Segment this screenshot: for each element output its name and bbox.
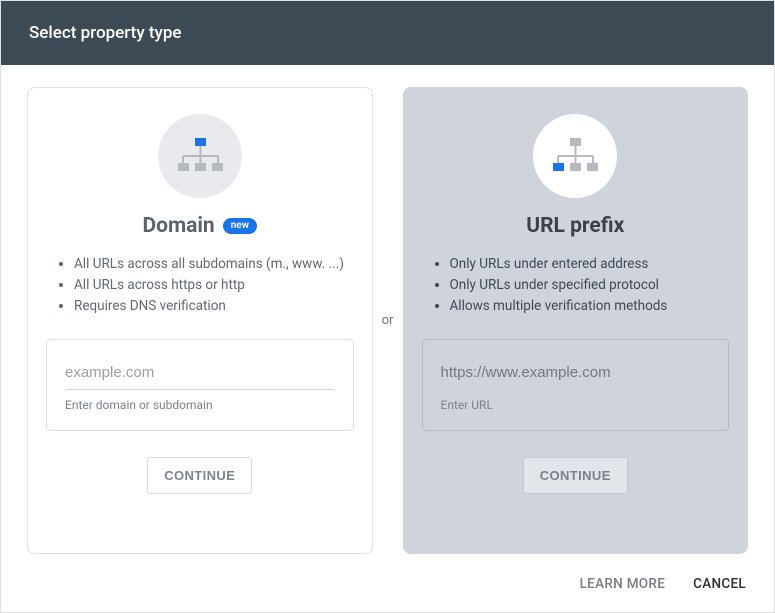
property-type-dialog: Select property type Domain [0,0,775,613]
new-badge: new [223,218,257,234]
dialog-footer: LEARN MORE CANCEL [1,564,774,612]
dialog-title: Select property type [29,23,182,43]
list-item: Allows multiple verification methods [450,296,730,317]
urlprefix-continue-button[interactable]: CONTINUE [523,457,628,494]
domain-feature-list: All URLs across all subdomains (m., www.… [46,254,354,317]
list-item: Only URLs under specified protocol [450,275,730,296]
urlprefix-helper-text: Enter URL [441,398,711,412]
card-url-prefix[interactable]: URL prefix Only URLs under entered addre… [403,87,749,554]
list-item: Only URLs under entered address [450,254,730,275]
list-item: All URLs across all subdomains (m., www.… [74,254,354,275]
card-urlprefix-title: URL prefix [526,214,624,238]
list-item: All URLs across https or http [74,275,354,296]
domain-input[interactable] [65,358,335,390]
card-domain-title-row: Domain new [142,214,257,238]
url-input[interactable] [441,358,711,390]
list-item: Requires DNS verification [74,296,354,317]
learn-more-link[interactable]: LEARN MORE [580,576,666,592]
domain-input-block: Enter domain or subdomain [46,339,354,431]
domain-helper-text: Enter domain or subdomain [65,398,335,412]
card-domain-title: Domain [142,214,214,238]
cancel-button[interactable]: CANCEL [693,576,746,592]
dialog-content: Domain new All URLs across all subdomain… [1,65,774,564]
urlprefix-input-block: Enter URL [422,339,730,431]
or-separator: or [373,87,403,554]
sitemap-icon [533,114,617,198]
domain-continue-button[interactable]: CONTINUE [147,457,252,494]
card-urlprefix-title-row: URL prefix [526,214,624,238]
card-domain[interactable]: Domain new All URLs across all subdomain… [27,87,373,554]
or-label: or [382,313,394,328]
urlprefix-feature-list: Only URLs under entered address Only URL… [422,254,730,317]
sitemap-icon [158,114,242,198]
dialog-header: Select property type [1,1,774,65]
